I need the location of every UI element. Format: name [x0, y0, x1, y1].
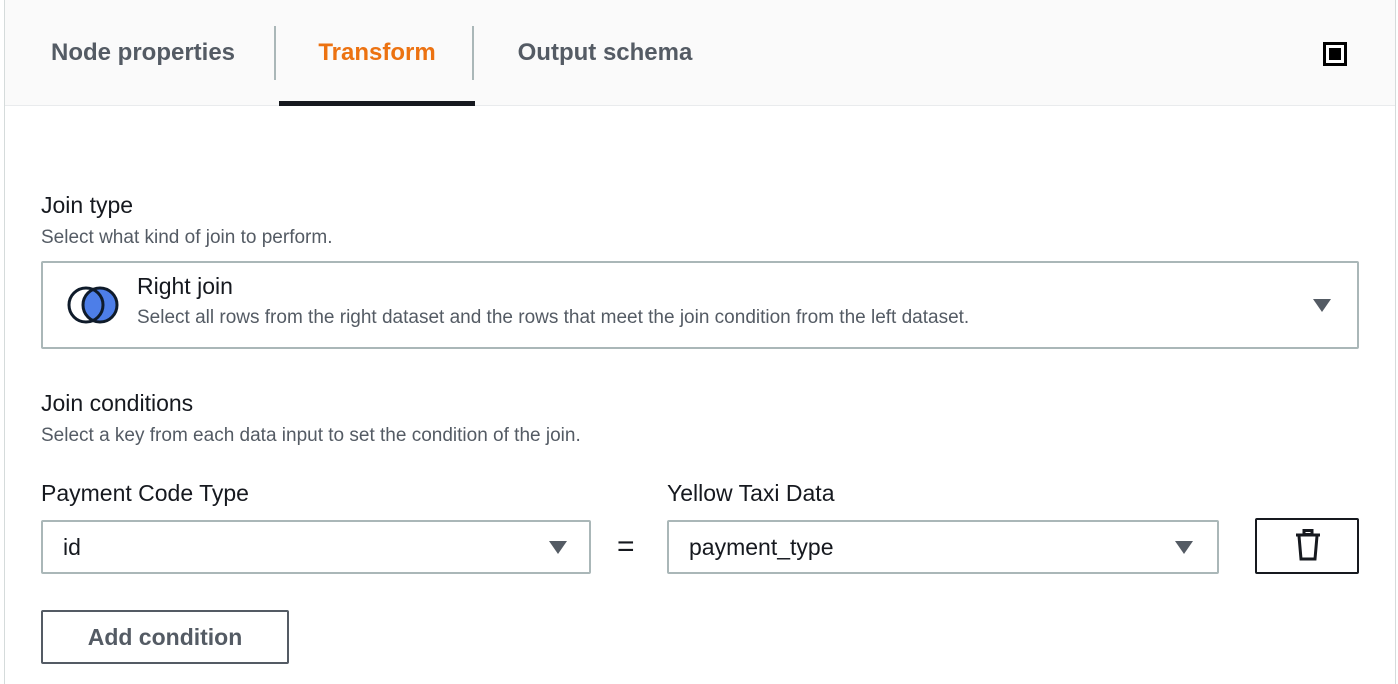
tab-output-schema[interactable]: Output schema	[513, 0, 697, 106]
add-condition-button[interactable]: Add condition	[41, 610, 289, 664]
join-type-selected-title: Right join	[137, 273, 233, 299]
equals-operator: =	[617, 530, 635, 563]
tab-bar: Node properties Transform Output schema	[5, 0, 1395, 106]
left-key-select[interactable]: id	[41, 520, 591, 574]
transform-panel: Node properties Transform Output schema …	[4, 0, 1396, 684]
right-key-select[interactable]: payment_type	[667, 520, 1219, 574]
chevron-down-icon	[549, 541, 567, 554]
left-key-value: id	[63, 534, 81, 560]
delete-condition-button[interactable]	[1255, 518, 1359, 574]
tab-transform[interactable]: Transform	[279, 0, 475, 106]
join-type-selected-description: Select all rows from the right dataset a…	[137, 307, 970, 328]
trash-icon	[1296, 529, 1320, 561]
join-conditions-label: Join conditions	[41, 390, 194, 416]
chevron-down-icon	[1313, 299, 1331, 312]
maximize-icon[interactable]	[1323, 42, 1347, 66]
right-key-value: payment_type	[689, 534, 834, 560]
chevron-down-icon	[1175, 541, 1193, 554]
tab-divider	[472, 26, 474, 80]
right-key-label: Yellow Taxi Data	[667, 480, 835, 506]
tab-node-properties[interactable]: Node properties	[45, 0, 241, 106]
tab-divider	[274, 26, 276, 80]
join-conditions-description: Select a key from each data input to set…	[41, 425, 581, 446]
left-key-label: Payment Code Type	[41, 480, 249, 506]
join-type-select[interactable]: Right join Select all rows from the righ…	[41, 261, 1359, 349]
active-tab-indicator	[279, 101, 475, 106]
right-join-venn-icon	[67, 286, 119, 324]
join-type-label: Join type	[41, 192, 134, 218]
join-type-description: Select what kind of join to perform.	[41, 227, 333, 248]
